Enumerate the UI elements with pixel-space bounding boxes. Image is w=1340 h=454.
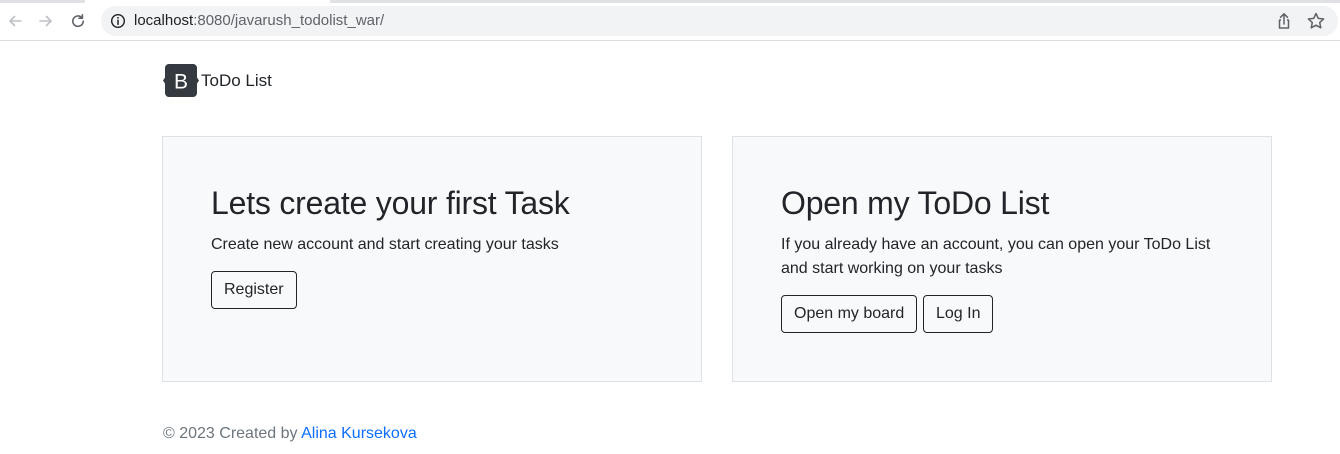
tab-strip [330, 0, 1340, 3]
share-icon[interactable] [1274, 11, 1294, 31]
navbar-brand[interactable]: B ToDo List [163, 64, 272, 97]
register-button[interactable]: Register [211, 271, 297, 309]
logo-letter: B [174, 71, 188, 94]
author-link[interactable]: Alina Kursekova [301, 425, 417, 442]
footer: © 2023 Created by Alina Kursekova [163, 424, 417, 444]
browser-toolbar: localhost:8080/javarush_todolist_war/ [0, 0, 1340, 41]
forward-button[interactable] [35, 10, 57, 32]
info-icon[interactable] [110, 13, 126, 29]
url-path: :8080/javarush_todolist_war/ [193, 12, 385, 29]
brand-text: ToDo List [201, 70, 272, 90]
open-todo-card: Open my ToDo List If you already have an… [732, 136, 1272, 382]
back-button[interactable] [4, 10, 26, 32]
star-icon[interactable] [1306, 11, 1326, 31]
open-board-button[interactable]: Open my board [781, 295, 918, 333]
card-title: Lets create your first Task [211, 185, 570, 221]
card-text: Create new account and start creating yo… [211, 236, 559, 253]
card-text: If you already have an account, you can … [781, 236, 1211, 277]
tab-strip [0, 0, 85, 3]
reload-icon [72, 14, 84, 28]
card-title: Open my ToDo List [781, 185, 1050, 221]
footer-copyright: © 2023 Created by [163, 425, 302, 442]
url-host: localhost [134, 12, 194, 29]
arrow-right-icon [39, 15, 52, 27]
reload-button[interactable] [67, 10, 89, 32]
login-button[interactable]: Log In [923, 295, 994, 333]
create-task-card: Lets create your first Task Create new a… [162, 136, 702, 382]
bootstrap-logo-icon: B [163, 64, 199, 97]
url-text[interactable]: localhost:8080/javarush_todolist_war/ [134, 12, 384, 30]
address-bar[interactable]: localhost:8080/javarush_todolist_war/ [101, 6, 1338, 36]
arrow-left-icon [9, 15, 22, 27]
